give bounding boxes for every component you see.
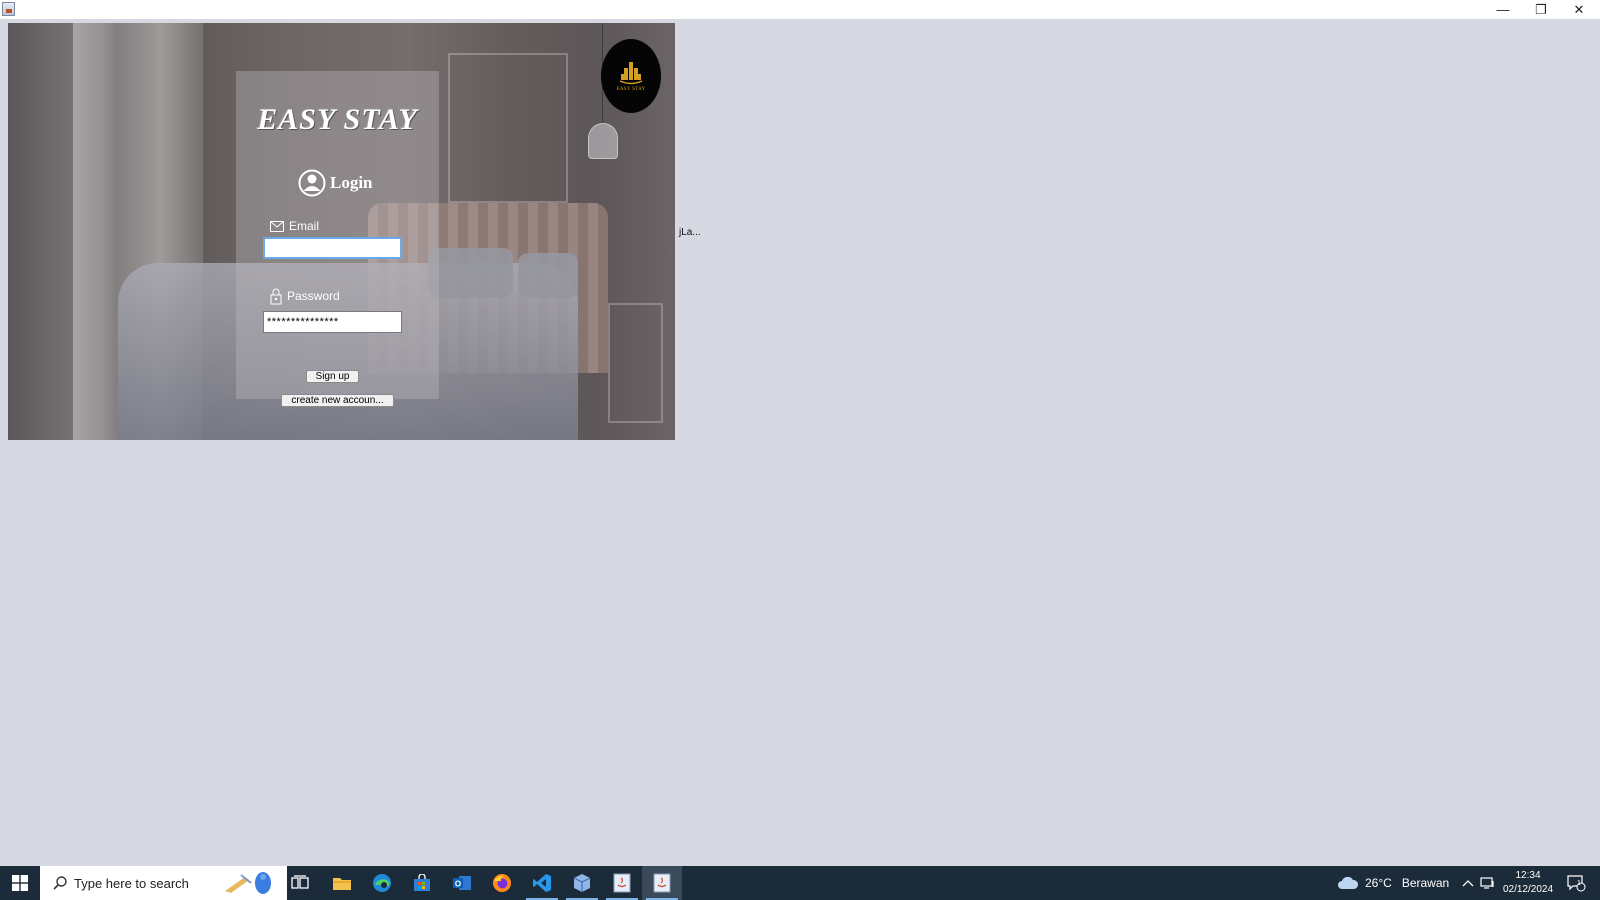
notification-icon bbox=[1567, 875, 1586, 892]
background-wall-panel bbox=[448, 53, 568, 203]
password-label: Password bbox=[287, 289, 340, 303]
window-titlebar: — ❐ ✕ bbox=[0, 0, 1600, 19]
taskbar-search-box[interactable]: Type here to search bbox=[40, 866, 287, 900]
background-pillow bbox=[518, 253, 578, 298]
login-title: Login bbox=[330, 173, 373, 192]
sign-up-button[interactable]: Sign up bbox=[306, 370, 359, 383]
chevron-up-icon bbox=[1462, 880, 1474, 887]
background-pillow bbox=[428, 248, 513, 298]
outlook-icon[interactable]: O bbox=[442, 866, 482, 900]
task-view-icon[interactable] bbox=[280, 866, 320, 900]
clock-time: 12:34 bbox=[1515, 870, 1541, 881]
password-field[interactable] bbox=[263, 311, 402, 333]
weather-description: Berawan bbox=[1401, 876, 1450, 890]
envelope-icon bbox=[270, 220, 284, 232]
firefox-icon[interactable] bbox=[482, 866, 522, 900]
start-button[interactable] bbox=[0, 866, 40, 900]
email-label-row: Email bbox=[270, 219, 319, 233]
system-clock[interactable]: 12:34 02/12/2024 bbox=[1500, 869, 1556, 897]
maximize-button[interactable]: ❐ bbox=[1522, 0, 1560, 19]
background-lamp bbox=[588, 123, 618, 159]
clock-date: 02/12/2024 bbox=[1502, 884, 1554, 895]
brand-title: EASY STAY bbox=[257, 103, 418, 136]
svg-text:O: O bbox=[455, 880, 461, 889]
notification-center-button[interactable]: 1 bbox=[1566, 866, 1586, 900]
search-icon bbox=[53, 876, 67, 890]
building-icon bbox=[619, 62, 643, 85]
email-field[interactable] bbox=[263, 237, 402, 259]
java-app-active-icon[interactable] bbox=[642, 866, 682, 900]
java-app-icon bbox=[2, 2, 15, 16]
password-label-row: Password bbox=[270, 287, 340, 305]
weather-widget[interactable]: 26°C Berawan bbox=[1337, 866, 1449, 900]
taskbar: Type here to search O 26°C Berawan 12:34… bbox=[0, 866, 1600, 900]
easy-stay-logo: EASY STAY bbox=[601, 39, 661, 113]
network-icon bbox=[1480, 877, 1494, 889]
email-label: Email bbox=[289, 219, 320, 233]
vscode-icon[interactable] bbox=[522, 866, 562, 900]
file-explorer-icon[interactable] bbox=[322, 866, 362, 900]
edge-browser-icon[interactable] bbox=[362, 866, 402, 900]
java-app-icon[interactable] bbox=[602, 866, 642, 900]
notification-count: 1 bbox=[1577, 880, 1581, 887]
login-frame: EASY STAY EASY STAY Login Email Password… bbox=[8, 23, 675, 440]
search-highlight-icon bbox=[225, 872, 271, 894]
store-icon[interactable] bbox=[402, 866, 442, 900]
background-wall-panel bbox=[608, 303, 663, 423]
search-placeholder: Type here to search bbox=[74, 875, 189, 891]
login-header: Login bbox=[298, 167, 373, 199]
close-button[interactable]: ✕ bbox=[1560, 0, 1598, 19]
lock-icon bbox=[270, 288, 282, 305]
weather-temperature: 26°C bbox=[1365, 876, 1392, 890]
show-hidden-icons-button[interactable] bbox=[1462, 866, 1474, 900]
minimize-button[interactable]: — bbox=[1484, 0, 1522, 19]
logo-text: EASY STAY bbox=[616, 87, 646, 92]
network-button[interactable] bbox=[1480, 866, 1496, 900]
user-icon bbox=[298, 169, 326, 197]
create-account-button[interactable]: create new accoun... bbox=[281, 394, 394, 407]
cloud-icon bbox=[1338, 876, 1359, 889]
login-panel: EASY STAY Login Email Password *********… bbox=[236, 71, 439, 407]
virtualbox-icon[interactable] bbox=[562, 866, 602, 900]
windows-icon bbox=[12, 875, 28, 891]
jlabel-text: jLa... bbox=[679, 227, 701, 238]
